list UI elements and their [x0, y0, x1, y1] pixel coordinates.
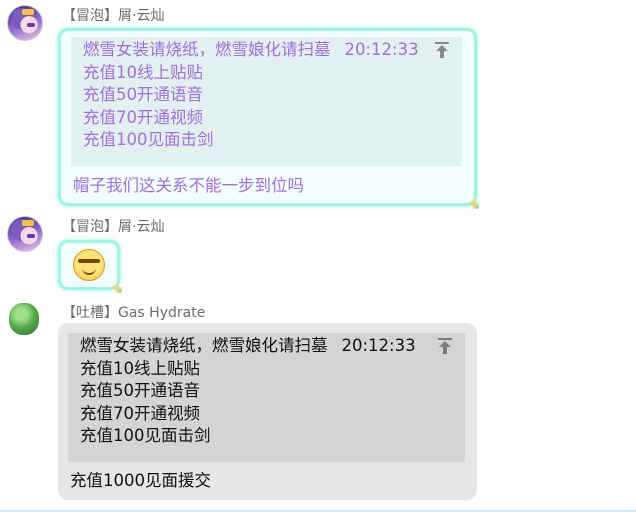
quote-time: 20:12:33 [344, 40, 419, 59]
quote-line: 充值10线上贴贴 [80, 358, 200, 378]
quote-first-line: 燃雪女装请烧纸，燃雪娘化请扫墓 [80, 336, 328, 355]
quoted-message[interactable]: 燃雪女装请烧纸，燃雪娘化请扫墓 20:12:33 充值10线上贴贴 充值50开通语… [71, 37, 462, 166]
sender-avatar[interactable] [7, 5, 43, 41]
jump-to-top-icon[interactable] [437, 337, 453, 355]
sender-name: 【冒泡】屑·云灿 [62, 8, 165, 24]
crown-icon [22, 9, 34, 15]
quote-line: 充值10线上贴贴 [83, 62, 203, 82]
message-bubble[interactable] [58, 240, 123, 294]
quote-first-line: 燃雪女装请烧纸，燃雪娘化请扫墓 [83, 40, 331, 59]
quote-line: 充值50开通语音 [83, 85, 203, 104]
sparkle-icon [468, 198, 480, 210]
sender-name: 【吐槽】Gas Hydrate [62, 305, 206, 321]
quoted-message[interactable]: 燃雪女装请烧纸，燃雪娘化请扫墓 20:12:33 充值10线上贴贴 充值50开通语… [68, 333, 465, 462]
sender-avatar[interactable] [9, 303, 39, 335]
sender-name: 【冒泡】屑·云灿 [62, 219, 165, 235]
jump-to-top-icon[interactable] [434, 41, 450, 59]
quote-line: 充值100见面击剑 [83, 130, 214, 149]
sunglasses-mark [78, 259, 100, 263]
eye-mark [27, 23, 35, 27]
mouth-mark [82, 268, 96, 275]
quote-time: 20:12:33 [341, 336, 416, 355]
reply-text: 帽子我们这关系不能一步到位吗 [73, 176, 304, 195]
quote-line: 充值100见面击剑 [80, 426, 211, 445]
sparkle-icon [111, 282, 123, 294]
message-bubble[interactable]: 燃雪女装请烧纸，燃雪娘化请扫墓 20:12:33 充值10线上贴贴 充值50开通语… [58, 323, 477, 500]
quote-line: 充值70开通视频 [83, 107, 203, 127]
smile-emoji-icon[interactable] [73, 249, 105, 281]
sender-avatar[interactable] [7, 216, 43, 252]
quote-line: 充值70开通视频 [80, 403, 200, 423]
crown-icon [22, 220, 34, 226]
quote-line: 充值50开通语音 [80, 381, 200, 400]
message-bubble[interactable]: 燃雪女装请烧纸，燃雪娘化请扫墓 20:12:33 充值10线上贴贴 充值50开通语… [58, 28, 480, 210]
reply-text: 充值1000见面援交 [70, 471, 211, 490]
eye-mark [27, 234, 35, 238]
